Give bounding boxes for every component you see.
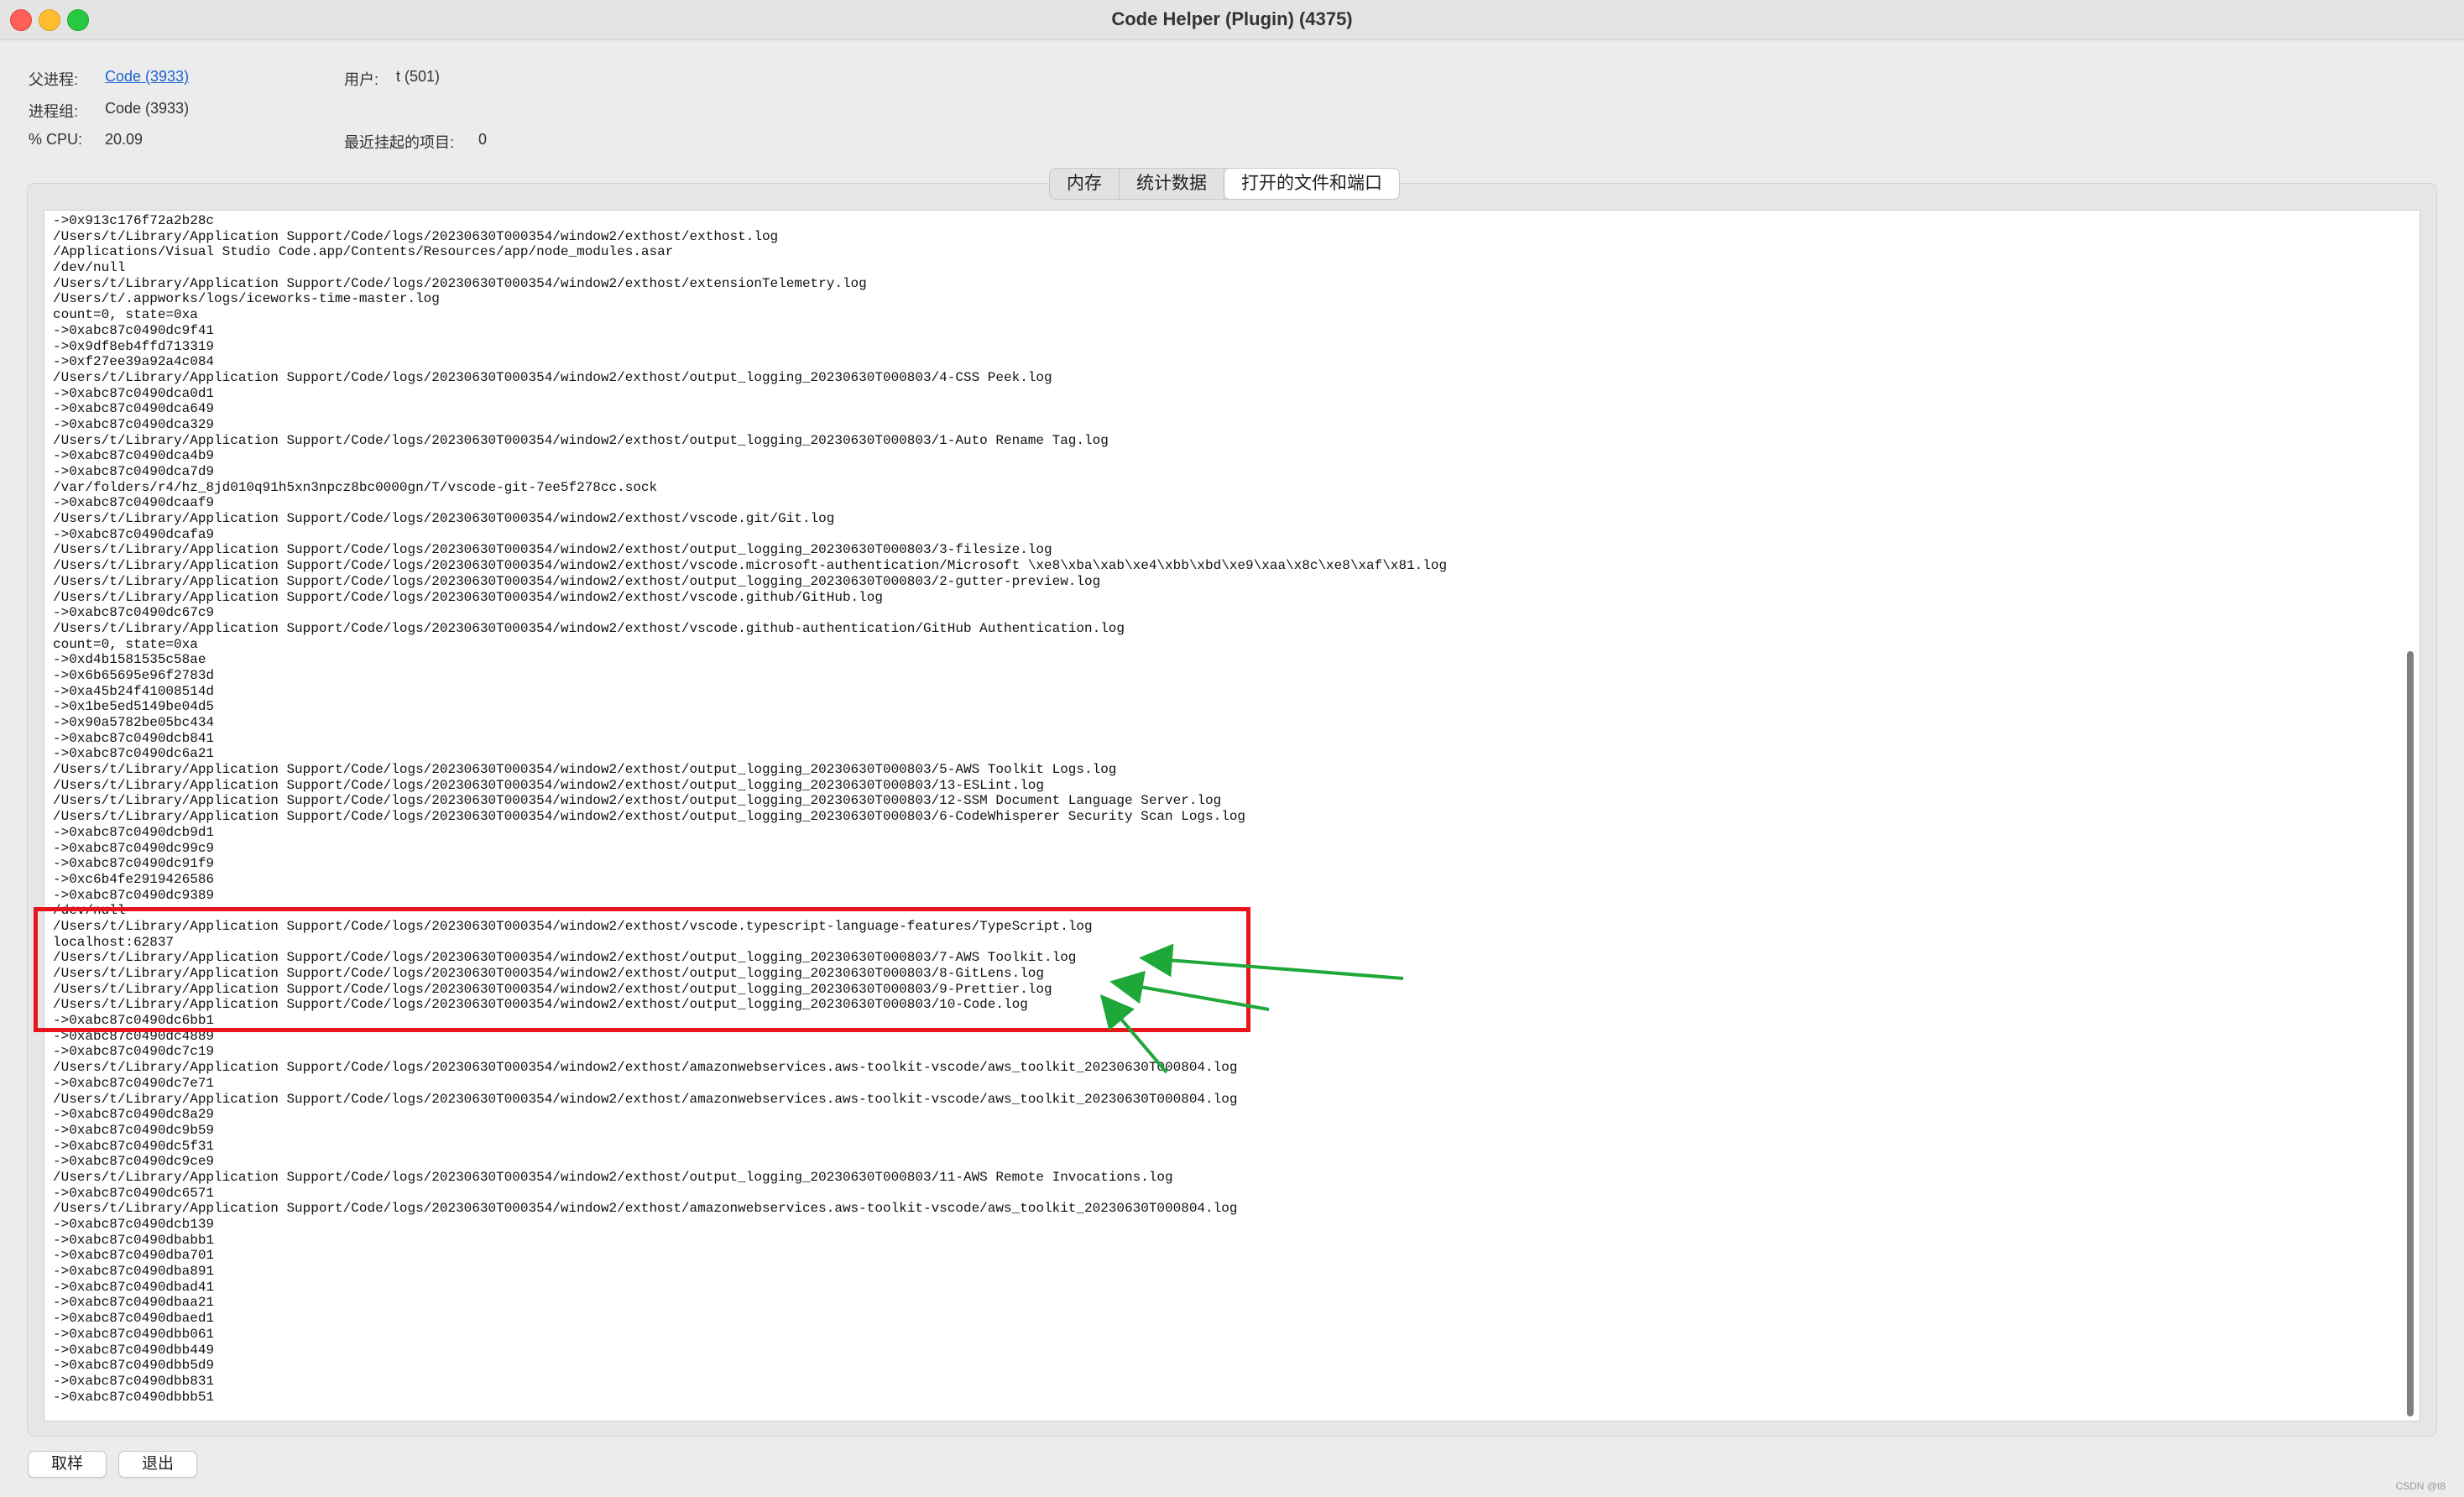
open-file-line: ->0xabc87c0490dc8a29 <box>53 1107 215 1123</box>
open-file-line: ->0x913c176f72a2b28c <box>53 213 215 228</box>
open-file-line: /Users/t/Library/Application Support/Cod… <box>53 793 1222 809</box>
recent-hangs-row: 最近挂起的项目: 0 <box>344 131 487 153</box>
open-file-line: ->0xabc87c0490dbaa21 <box>53 1295 215 1311</box>
watermark: CSDN @t8 <box>2395 1480 2446 1492</box>
open-file-line: ->0xabc87c0490dba891 <box>53 1264 215 1280</box>
cpu-row: % CPU: 20.09 <box>29 131 143 149</box>
open-file-line: ->0xabc87c0490dcb9d1 <box>53 824 215 840</box>
open-file-line: /Users/t/Library/Application Support/Cod… <box>53 542 1052 558</box>
open-file-line: ->0xabc87c0490dc99c9 <box>53 840 215 856</box>
open-file-line: /Users/t/Library/Application Support/Cod… <box>53 762 1117 778</box>
process-group-row: 进程组: Code (3933) <box>29 100 189 122</box>
open-files-list[interactable]: ->0x913c176f72a2b28c/Users/t/Library/App… <box>44 210 2420 1421</box>
open-file-line: ->0xabc87c0490dca649 <box>53 401 215 417</box>
open-file-line: count=0, state=0xa <box>53 636 198 652</box>
open-file-line: /Users/t/Library/Application Support/Cod… <box>53 369 1052 385</box>
process-group-label: 进程组: <box>29 103 79 120</box>
open-file-line: /Applications/Visual Studio Code.app/Con… <box>53 244 674 260</box>
tab-statistics[interactable]: 统计数据 <box>1120 169 1224 199</box>
open-file-line: ->0x1be5ed5149be04d5 <box>53 699 215 715</box>
open-file-line: ->0x90a5782be05bc434 <box>53 715 215 730</box>
open-file-line: ->0xd4b1581535c58ae <box>53 652 206 668</box>
open-file-line: ->0xabc87c0490dbaed1 <box>53 1311 215 1327</box>
open-file-line: ->0xabc87c0490dc6a21 <box>53 746 215 762</box>
open-file-line: ->0xf27ee39a92a4c084 <box>53 354 215 370</box>
open-file-line: /Users/t/Library/Application Support/Cod… <box>53 573 1101 589</box>
open-file-line: ->0xabc87c0490dca329 <box>53 416 215 432</box>
user-value: t (501) <box>396 68 441 85</box>
open-file-line: ->0xabc87c0490dc9ce9 <box>53 1154 215 1170</box>
open-file-line: /Users/t/Library/Application Support/Cod… <box>53 809 1246 825</box>
open-file-line: ->0xabc87c0490dcafa9 <box>53 526 215 542</box>
open-file-line: ->0xabc87c0490dc9b59 <box>53 1122 215 1138</box>
segmented-tabs: 内存 统计数据 打开的文件和端口 <box>1049 168 1400 200</box>
open-file-line: ->0x9df8eb4ffd713319 <box>53 338 215 354</box>
open-file-line: /Users/t/Library/Application Support/Cod… <box>53 777 1044 793</box>
open-file-line: ->0xabc87c0490dcb139 <box>53 1217 215 1232</box>
tab-open-files-ports[interactable]: 打开的文件和端口 <box>1224 169 1399 199</box>
open-file-line: ->0xabc87c0490dc9389 <box>53 887 215 903</box>
open-file-line: ->0x6b65695e96f2783d <box>53 667 215 683</box>
open-file-line: /Users/t/Library/Application Support/Cod… <box>53 432 1109 448</box>
open-file-line: ->0xabc87c0490dc5f31 <box>53 1138 215 1154</box>
open-file-line: ->0xabc87c0490dbb061 <box>53 1326 215 1342</box>
open-file-line: ->0xabc87c0490dc7c19 <box>53 1044 215 1060</box>
open-file-line: ->0xabc87c0490dc91f9 <box>53 856 215 872</box>
open-file-line: ->0xabc87c0490dc7e71 <box>53 1075 215 1091</box>
recent-hangs-value: 0 <box>478 131 488 148</box>
open-files-text: ->0x913c176f72a2b28c/Users/t/Library/App… <box>53 213 1447 1405</box>
open-file-line: /Users/t/Library/Application Support/Cod… <box>53 275 867 291</box>
annotation-highlight-box <box>34 907 1250 1032</box>
vertical-scrollbar[interactable] <box>2404 211 2416 1421</box>
open-file-line: /Users/t/Library/Application Support/Cod… <box>53 1169 1173 1185</box>
recent-hangs-label: 最近挂起的项目: <box>344 134 455 151</box>
open-file-line: ->0xabc87c0490dbbb51 <box>53 1389 215 1405</box>
open-file-line: ->0xabc87c0490dc67c9 <box>53 605 215 621</box>
parent-process-label: 父进程: <box>29 71 79 88</box>
open-file-line: ->0xabc87c0490dc9f41 <box>53 322 215 338</box>
open-file-line: /Users/t/.appworks/logs/iceworks-time-ma… <box>53 291 440 307</box>
scrollbar-thumb[interactable] <box>2407 651 2414 1416</box>
open-file-line: ->0xabc87c0490dbabb1 <box>53 1232 215 1248</box>
open-file-line: /Users/t/Library/Application Support/Cod… <box>53 1091 1238 1107</box>
open-file-line: /Users/t/Library/Application Support/Cod… <box>53 1060 1238 1076</box>
sample-button[interactable]: 取样 <box>28 1451 107 1478</box>
open-file-line: /Users/t/Library/Application Support/Cod… <box>53 1201 1238 1217</box>
open-file-line: ->0xabc87c0490dbb449 <box>53 1342 215 1358</box>
cpu-label: % CPU: <box>29 131 83 148</box>
open-file-line: ->0xa45b24f41008514d <box>53 683 215 699</box>
cpu-value: 20.09 <box>105 131 144 148</box>
user-label: 用户: <box>344 71 379 88</box>
open-file-line: ->0xabc87c0490dcb841 <box>53 730 215 746</box>
parent-process-link[interactable]: Code (3933) <box>105 68 189 86</box>
open-file-line: /Users/t/Library/Application Support/Cod… <box>53 589 883 605</box>
title-bar: Code Helper (Plugin) (4375) <box>0 0 2464 40</box>
open-file-line: ->0xabc87c0490dba701 <box>53 1248 215 1264</box>
open-file-line: ->0xabc87c0490dca7d9 <box>53 464 215 479</box>
open-file-line: ->0xabc87c0490dbb5d9 <box>53 1358 215 1374</box>
open-file-line: /Users/t/Library/Application Support/Cod… <box>53 558 1448 574</box>
open-file-line: /var/folders/r4/hz_8jd010q91h5xn3npcz8bc… <box>53 479 658 495</box>
process-group-value: Code (3933) <box>105 100 190 117</box>
user-row: 用户: t (501) <box>344 68 440 90</box>
open-file-line: /dev/null <box>53 260 126 276</box>
quit-button[interactable]: 退出 <box>118 1451 197 1478</box>
parent-process-row: 父进程: Code (3933) <box>29 68 189 90</box>
open-file-line: count=0, state=0xa <box>53 307 198 323</box>
open-file-line: ->0xabc87c0490dbb831 <box>53 1373 215 1389</box>
open-file-line: ->0xabc87c0490dc6571 <box>53 1185 215 1201</box>
open-file-line: ->0xabc87c0490dcaaf9 <box>53 495 215 511</box>
open-file-line: /Users/t/Library/Application Support/Cod… <box>53 511 835 527</box>
window-title: Code Helper (Plugin) (4375) <box>1111 8 1353 29</box>
open-file-line: /Users/t/Library/Application Support/Cod… <box>53 620 1125 636</box>
open-file-line: /Users/t/Library/Application Support/Cod… <box>53 228 779 244</box>
tab-memory[interactable]: 内存 <box>1050 169 1120 199</box>
open-file-line: ->0xc6b4fe2919426586 <box>53 871 215 887</box>
open-file-line: ->0xabc87c0490dbad41 <box>53 1279 215 1295</box>
open-file-line: ->0xabc87c0490dca4b9 <box>53 448 215 464</box>
open-file-line: ->0xabc87c0490dca0d1 <box>53 385 215 401</box>
